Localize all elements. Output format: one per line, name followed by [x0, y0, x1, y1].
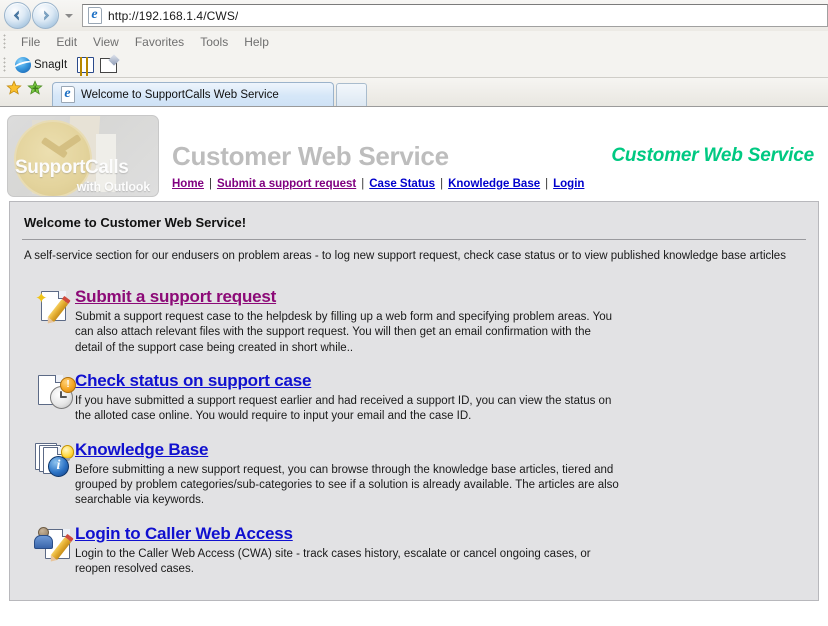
nav-link-case-status[interactable]: Case Status — [369, 178, 435, 190]
divider — [22, 239, 806, 240]
service-list: ✦ Submit a support request Submit a supp… — [22, 288, 806, 577]
intro-text: A self-service section for our endusers … — [24, 250, 786, 262]
link-submit-a-support-request[interactable]: Submit a support request — [75, 288, 620, 306]
list-item-body: Login to Caller Web Access Login to the … — [75, 524, 620, 578]
list-item: Login to Caller Web Access Login to the … — [22, 524, 806, 578]
list-item-description: Login to the Caller Web Access (CWA) sit… — [75, 547, 591, 576]
internet-explorer-icon: e — [86, 7, 103, 24]
address-text: http://192.168.1.4/CWS/ — [108, 8, 239, 23]
nav-link-login[interactable]: Login — [553, 178, 584, 190]
nav-link-submit-a-support-request[interactable]: Submit a support request — [217, 178, 356, 190]
forward-arrow-icon — [44, 10, 50, 21]
list-item-body: Submit a support request Submit a suppor… — [75, 288, 620, 356]
nav-link-home[interactable]: Home — [172, 178, 204, 190]
supportcalls-logo[interactable]: SupportCalls with Outlook — [7, 115, 159, 197]
back-arrow-icon — [13, 10, 19, 21]
list-item-body: Check status on support case If you have… — [75, 372, 620, 425]
internet-explorer-icon: e — [59, 86, 76, 103]
nav-separator: | — [361, 178, 365, 190]
web-page: SupportCalls with Outlook Customer Web S… — [0, 107, 828, 612]
logo-title: SupportCalls — [15, 157, 129, 178]
browser-address-bar: e http://192.168.1.4/CWS/ — [0, 0, 828, 31]
back-button[interactable] — [4, 2, 31, 29]
browser-menu-bar: File Edit View Favorites Tools Help — [0, 31, 828, 53]
snagit-globe-icon — [15, 57, 31, 73]
new-tab-button[interactable] — [336, 83, 367, 106]
page-title: Customer Web Service — [172, 141, 449, 171]
recent-pages-button[interactable] — [62, 3, 76, 28]
snagit-button[interactable]: SnagIt — [13, 56, 72, 74]
snagit-toolbar: SnagIt — [0, 53, 828, 78]
browser-chrome: e http://192.168.1.4/CWS/ File Edit View… — [0, 0, 828, 107]
menu-tools[interactable]: Tools — [192, 33, 236, 51]
forward-button[interactable] — [32, 2, 59, 29]
main-navigation: Home | Submit a support request | Case Statu… — [172, 178, 584, 190]
snagit-capture-icon[interactable] — [75, 56, 95, 76]
browser-tab-active[interactable]: e Welcome to SupportCalls Web Service — [52, 82, 334, 106]
chevron-down-icon — [65, 13, 73, 18]
nav-separator: | — [440, 178, 444, 190]
snagit-toolbar-gripper[interactable] — [3, 57, 9, 73]
snagit-label: SnagIt — [34, 59, 68, 71]
address-input[interactable]: e http://192.168.1.4/CWS/ — [82, 4, 828, 27]
logo-subtitle: with Outlook — [76, 180, 150, 194]
menu-help[interactable]: Help — [236, 33, 277, 51]
header-center: Customer Web Service Home | Submit a suppo… — [172, 115, 584, 190]
nav-separator: | — [545, 178, 549, 190]
user-document-pencil-icon — [33, 525, 75, 565]
menu-view[interactable]: View — [85, 33, 127, 51]
tab-title: Welcome to SupportCalls Web Service — [81, 88, 279, 101]
nav-separator: | — [208, 178, 212, 190]
document-clock-alert-icon: ! — [33, 372, 76, 412]
star-icon[interactable] — [6, 80, 22, 100]
content-panel: Welcome to Customer Web Service! A self-… — [9, 201, 819, 601]
snagit-profiles-icon[interactable] — [98, 54, 120, 74]
list-item-description: If you have submitted a support request … — [75, 394, 612, 423]
menu-file[interactable]: File — [13, 33, 48, 51]
link-knowledge-base[interactable]: Knowledge Base — [75, 440, 620, 459]
header-tagline: Customer Web Service — [611, 145, 814, 166]
link-login-to-caller-web-access[interactable]: Login to Caller Web Access — [75, 524, 620, 543]
nav-link-knowledge-base[interactable]: Knowledge Base — [448, 178, 540, 190]
new-document-pencil-icon: ✦ — [33, 288, 75, 328]
list-item-description: Before submitting a new support request,… — [75, 463, 619, 507]
welcome-heading: Welcome to Customer Web Service! — [24, 215, 247, 230]
menu-edit[interactable]: Edit — [48, 33, 85, 51]
link-check-status-on-support-case[interactable]: Check status on support case — [75, 372, 620, 390]
site-header: SupportCalls with Outlook Customer Web S… — [0, 107, 828, 197]
list-item: i Knowledge Base Before submitting a new… — [22, 440, 806, 509]
browser-tab-bar: e Welcome to SupportCalls Web Service — [0, 78, 828, 107]
documents-info-bulb-icon: i — [33, 441, 75, 481]
list-item-body: Knowledge Base Before submitting a new s… — [75, 440, 620, 509]
list-item: ✦ Submit a support request Submit a supp… — [22, 288, 806, 356]
add-to-favorites-icon[interactable] — [27, 80, 43, 100]
list-item: ! Check status on support case If you ha… — [22, 372, 806, 425]
list-item-description: Submit a support request case to the hel… — [75, 310, 612, 354]
menu-gripper[interactable] — [3, 34, 9, 50]
navigation-buttons — [4, 2, 76, 29]
menu-favorites[interactable]: Favorites — [127, 33, 192, 51]
